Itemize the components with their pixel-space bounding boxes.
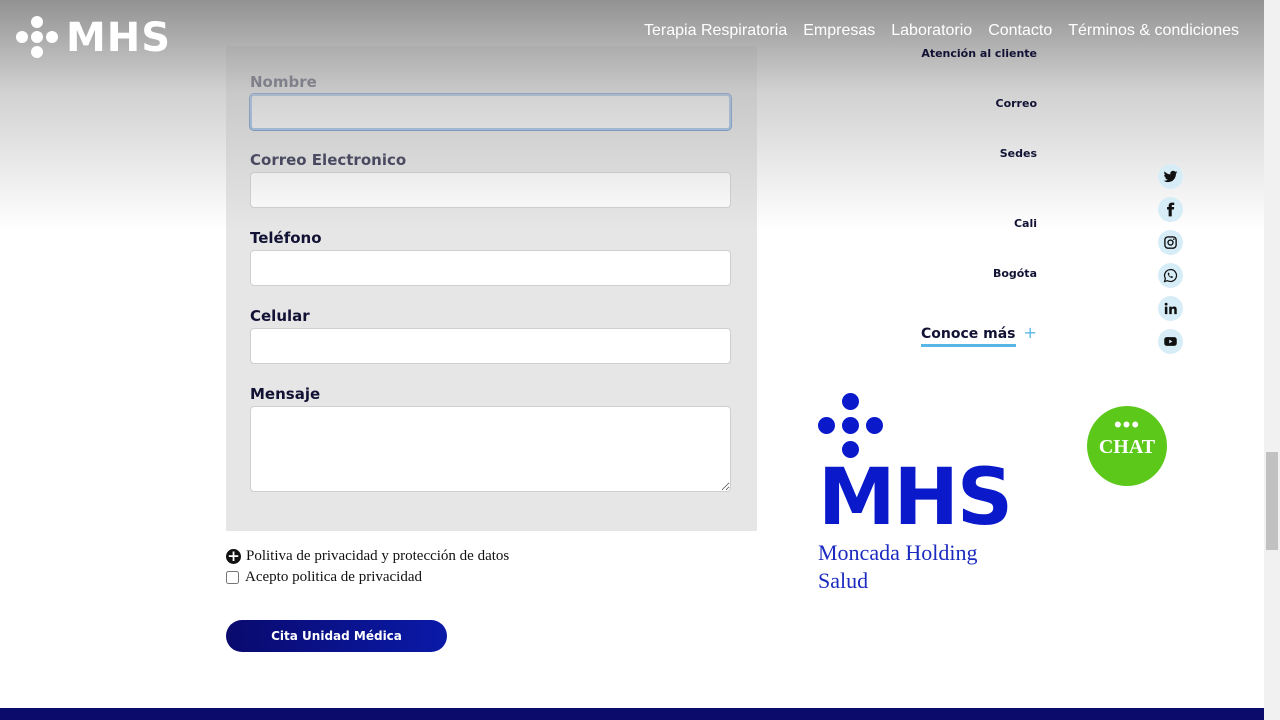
celular-label: Celular: [250, 307, 310, 325]
nav-terapia-respiratoria[interactable]: Terapia Respiratoria: [644, 22, 787, 40]
nav-terminos[interactable]: Términos & condiciones: [1068, 22, 1239, 40]
correo-label: Correo Electronico: [250, 151, 407, 169]
celular-input[interactable]: [250, 328, 731, 364]
linkedin-icon[interactable]: [1158, 296, 1183, 321]
brand-wordmark: MHS: [818, 453, 1013, 543]
header-logo[interactable]: MHS: [16, 16, 171, 60]
brand-logo: MHS Moncada Holding Salud: [818, 393, 1018, 595]
atencion-cliente-heading: Atención al cliente: [921, 47, 1037, 60]
sedes-heading: Sedes: [999, 147, 1037, 160]
mensaje-textarea[interactable]: [250, 406, 731, 492]
logo-text: MHS: [66, 15, 172, 61]
correo-input[interactable]: [250, 172, 731, 208]
whatsapp-icon[interactable]: [1158, 263, 1183, 288]
sede-cali: Cali: [1013, 217, 1037, 230]
brand-dots-icon: [818, 393, 888, 459]
telefono-input[interactable]: [250, 250, 731, 286]
submit-button[interactable]: Cita Unidad Médica: [226, 620, 447, 652]
conoce-mas-link[interactable]: Conoce más +: [921, 323, 1037, 347]
conoce-mas-label: Conoce más: [921, 326, 1016, 347]
footer-bar: [0, 708, 1264, 720]
nombre-label: Nombre: [250, 73, 317, 91]
accept-policy-checkbox[interactable]: [226, 571, 239, 584]
nav-contacto[interactable]: Contacto: [988, 22, 1052, 40]
privacy-policy-link[interactable]: Politiva de privacidad y protección de d…: [246, 548, 509, 565]
accept-policy-row: Acepto politica de privacidad: [226, 569, 422, 586]
plus-icon: +: [1023, 323, 1037, 342]
brand-subtitle-line2: Salud: [818, 568, 869, 593]
page-scrollbar[interactable]: [1264, 0, 1280, 720]
scrollbar-thumb[interactable]: [1266, 452, 1278, 550]
chat-label: CHAT: [1098, 436, 1156, 458]
youtube-icon[interactable]: [1158, 329, 1183, 354]
contact-form: Nombre Correo Electronico Teléfono Celul…: [226, 46, 757, 531]
plus-circle-icon[interactable]: +: [226, 549, 241, 564]
accept-policy-label: Acepto politica de privacidad: [245, 569, 423, 585]
privacy-policy-row[interactable]: + Politiva de privacidad y protección de…: [226, 548, 509, 565]
sede-bogota: Bogóta: [992, 267, 1037, 280]
correo-heading: Correo: [995, 97, 1038, 110]
nav-laboratorio[interactable]: Laboratorio: [891, 22, 972, 40]
twitter-icon[interactable]: [1158, 164, 1183, 189]
logo-dots-icon: [16, 16, 58, 60]
brand-subtitle-line1: Moncada Holding: [818, 540, 978, 565]
mensaje-label: Mensaje: [250, 385, 321, 403]
facebook-icon[interactable]: [1158, 197, 1183, 222]
telefono-label: Teléfono: [250, 229, 322, 247]
chat-dots-icon: •••: [1113, 412, 1141, 437]
nombre-input[interactable]: [250, 94, 731, 130]
instagram-icon[interactable]: [1158, 230, 1183, 255]
chat-button[interactable]: ••• CHAT: [1087, 406, 1167, 486]
main-nav: Terapia Respiratoria Empresas Laboratori…: [644, 22, 1239, 40]
nav-empresas[interactable]: Empresas: [803, 22, 875, 40]
